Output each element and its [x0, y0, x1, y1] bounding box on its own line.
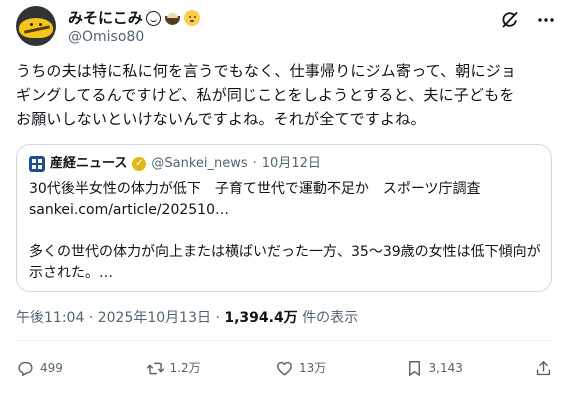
- quote-author-handle: @Sankei_news: [151, 156, 248, 171]
- action-bar: 499 1.2万 13万 3,143: [16, 356, 554, 380]
- tweet-time[interactable]: 午後11:04: [16, 310, 84, 326]
- reply-button[interactable]: 499: [16, 359, 98, 378]
- avatar[interactable]: [16, 6, 56, 46]
- quote-author-name: 産経ニュース: [50, 156, 128, 171]
- heart-icon: [277, 361, 292, 376]
- views-label: 件の表示: [302, 310, 359, 326]
- smiling-face-icon: [145, 10, 161, 26]
- author-info: みそにこみ @Omiso80: [68, 6, 500, 46]
- reply-icon: [18, 361, 33, 376]
- header-actions: [500, 6, 556, 30]
- reply-count: 499: [40, 361, 63, 375]
- quoted-tweet-card[interactable]: 産経ニュース ✓ @Sankei_news · 10月12日 30代後半女性の体…: [16, 144, 552, 292]
- quote-header: 産経ニュース ✓ @Sankei_news · 10月12日: [29, 155, 539, 173]
- repost-button[interactable]: 1.2万: [146, 359, 228, 378]
- bookmark-button[interactable]: 3,143: [405, 359, 487, 378]
- sankei-logo-icon: [29, 156, 45, 172]
- tweet-text-line: うちの夫は特に私に何を言うでもなく、仕事帰りにジム寄って、朝にジョ: [16, 62, 517, 80]
- share-button[interactable]: [534, 359, 554, 378]
- bookmark-count: 3,143: [428, 361, 463, 375]
- tweet-text-line: ギングしてるんですけど、私が同じことをしようとすると、夫に子どもを: [16, 86, 515, 104]
- tweet-text: うちの夫は特に私に何を言うでもなく、仕事帰りにジム寄って、朝にジョ ギングしてる…: [16, 59, 556, 131]
- quote-headline: 30代後半女性の体力が低下 子育て世代で運動不足か スポーツ庁調査: [29, 181, 481, 197]
- quote-separator: ·: [252, 156, 257, 171]
- like-button[interactable]: 13万: [275, 359, 357, 378]
- quote-date: 10月12日: [261, 156, 321, 171]
- tweet-meta: 午後11:04 · 2025年10月13日 · 1,394.4万 件の表示: [16, 308, 358, 328]
- like-count: 13万: [299, 361, 327, 375]
- meta-separator: ·: [88, 310, 94, 326]
- quote-summary-line: 示された。…: [29, 265, 113, 281]
- bowl-icon: [164, 11, 181, 26]
- author-name-text: みそにこみ: [68, 9, 143, 27]
- baby-face-icon: [183, 10, 200, 26]
- more-icon[interactable]: [536, 10, 556, 30]
- divider: [16, 340, 554, 341]
- repost-count: 1.2万: [169, 361, 201, 375]
- quote-summary-line: 多くの世代の体力が向上または横ばいだった一方、35〜39歳の女性は低下傾向が: [29, 244, 541, 260]
- tweet-detail: みそにこみ @Omiso80 うちの夫は特に私に何を言うでもなく、仕事帰りにジム…: [0, 0, 570, 400]
- repost-icon: [146, 362, 164, 374]
- share-icon: [536, 360, 551, 375]
- tweet-text-line: お願いしないといけないんですよね。それが全てですよね。: [16, 110, 426, 128]
- tweet-date[interactable]: 2025年10月13日: [98, 310, 211, 326]
- views-count: 1,394.4万: [224, 310, 298, 326]
- grok-icon[interactable]: [500, 10, 520, 30]
- quote-link: sankei.com/article/202510…: [29, 202, 229, 218]
- verified-badge-icon: ✓: [132, 157, 147, 171]
- tweet-header: みそにこみ @Omiso80: [16, 6, 556, 50]
- meta-separator: ·: [215, 310, 220, 326]
- bookmark-icon: [408, 360, 420, 376]
- author-display-name[interactable]: みそにこみ: [68, 9, 500, 27]
- author-handle[interactable]: @Omiso80: [68, 28, 500, 46]
- quote-text: 30代後半女性の体力が低下 子育て世代で運動不足か スポーツ庁調査 sankei…: [29, 179, 541, 284]
